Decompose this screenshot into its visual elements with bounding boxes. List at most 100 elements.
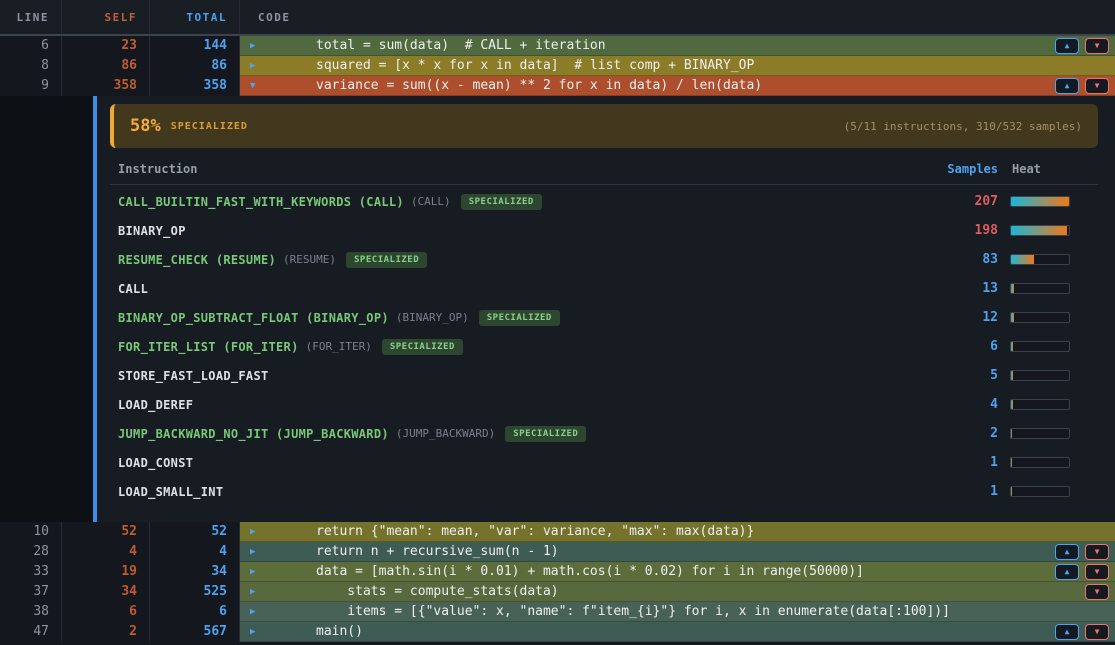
code-cell[interactable]: ▶ items = [{"value": x, "name": f"item_{… — [240, 602, 1115, 622]
instruction-name-cell: LOAD_DEREF — [110, 398, 900, 412]
instruction-heat-cell — [1010, 341, 1098, 352]
code-text: data = [math.sin(i * 0.01) + math.cos(i … — [316, 564, 864, 579]
line-number: 47 — [0, 622, 62, 642]
code-cell[interactable]: ▶ data = [math.sin(i * 0.01) + math.cos(i… — [240, 562, 1115, 582]
code-line-row[interactable]: 472567▶main()▲▼ — [0, 622, 1115, 642]
instruction-samples: 12 — [900, 310, 1010, 325]
instruction-row: CALL13 — [110, 274, 1098, 303]
instruction-base-name: (FOR_ITER) — [306, 340, 372, 353]
code-cell[interactable]: ▶ stats = compute_stats(data) ▼ — [240, 582, 1115, 602]
jump-down-button[interactable]: ▼ — [1085, 584, 1109, 600]
jump-up-button[interactable]: ▲ — [1055, 564, 1079, 580]
code-cell[interactable]: ▶total = sum(data) # CALL + iteration▲▼ — [240, 36, 1115, 56]
heat-bar-fill — [1011, 342, 1013, 351]
heat-bar-fill — [1011, 255, 1034, 264]
instruction-name: LOAD_DEREF — [118, 398, 193, 412]
total-samples: 52 — [150, 522, 240, 542]
instruction-samples: 207 — [900, 194, 1010, 209]
expand-arrow-icon[interactable]: ▶ — [250, 622, 255, 642]
instruction-row: STORE_FAST_LOAD_FAST5 — [110, 361, 1098, 390]
jump-down-button[interactable]: ▼ — [1085, 564, 1109, 580]
total-samples: 34 — [150, 562, 240, 582]
code-line-row[interactable]: 2844▶return n + recursive_sum(n - 1)▲▼ — [0, 542, 1115, 562]
instruction-base-name: (RESUME) — [283, 253, 336, 266]
jump-up-button[interactable]: ▲ — [1055, 78, 1079, 94]
instruction-heat-cell — [1010, 312, 1098, 323]
jump-up-button[interactable]: ▲ — [1055, 544, 1079, 560]
row-actions: ▲▼ — [1055, 544, 1109, 560]
heat-bar-fill — [1011, 313, 1014, 322]
heat-bar — [1010, 428, 1070, 439]
code-line-row[interactable]: 3866▶ items = [{"value": x, "name": f"it… — [0, 602, 1115, 622]
jump-down-button[interactable]: ▼ — [1085, 544, 1109, 560]
instruction-row: LOAD_DEREF 4 — [110, 390, 1098, 419]
code-cell[interactable]: ▶ squared = [x * x for x in data] # list … — [240, 56, 1115, 76]
code-line-row[interactable]: 9358358▼variance = sum((x - mean) ** 2 f… — [0, 76, 1115, 96]
line-number: 28 — [0, 542, 62, 562]
heat-bar — [1010, 225, 1070, 236]
code-rows-top: 623144▶total = sum(data) # CALL + iterat… — [0, 36, 1115, 96]
specialized-badge: SPECIALIZED — [346, 252, 427, 268]
expand-arrow-icon[interactable]: ▶ — [250, 56, 255, 76]
instruction-heat-cell — [1010, 283, 1098, 294]
code-cell[interactable]: ▼variance = sum((x - mean) ** 2 for x in… — [240, 76, 1115, 96]
total-samples: 144 — [150, 36, 240, 56]
code-rows-bottom: 105252▶return {"mean": mean, "var": vari… — [0, 522, 1115, 642]
code-cell[interactable]: ▶return n + recursive_sum(n - 1)▲▼ — [240, 542, 1115, 562]
instruction-name: BINARY_OP — [118, 224, 186, 238]
self-samples: 19 — [62, 562, 150, 582]
total-samples: 86 — [150, 56, 240, 76]
heat-bar-fill — [1011, 371, 1013, 380]
expanded-detail-panel: 58% SPECIALIZED (5/11 instructions, 310/… — [0, 96, 1115, 522]
code-column-header[interactable]: CODE — [240, 0, 1115, 34]
jump-up-button[interactable]: ▲ — [1055, 38, 1079, 54]
self-samples: 6 — [62, 602, 150, 622]
jump-down-button[interactable]: ▼ — [1085, 624, 1109, 640]
instruction-name-cell: RESUME_CHECK (RESUME)(RESUME)SPECIALIZED — [110, 252, 900, 268]
code-line-row[interactable]: 3734525▶ stats = compute_stats(data)▼ — [0, 582, 1115, 602]
instruction-name-cell: BINARY_OP_SUBTRACT_FLOAT (BINARY_OP)(BIN… — [110, 310, 900, 326]
jump-down-button[interactable]: ▼ — [1085, 38, 1109, 54]
expand-arrow-icon[interactable]: ▶ — [250, 582, 255, 602]
instruction-column-header[interactable]: Instruction — [110, 162, 900, 176]
code-cell[interactable]: ▶return {"mean": mean, "var": variance, … — [240, 522, 1115, 542]
instruction-name-cell: STORE_FAST_LOAD_FAST — [110, 369, 900, 383]
total-column-header[interactable]: TOTAL — [150, 0, 240, 34]
instruction-samples: 4 — [900, 397, 1010, 412]
expand-arrow-icon[interactable]: ▶ — [250, 602, 255, 622]
specialized-badge: SPECIALIZED — [505, 426, 586, 442]
instruction-name: CALL_BUILTIN_FAST_WITH_KEYWORDS (CALL) — [118, 195, 404, 209]
expand-arrow-icon[interactable]: ▶ — [250, 562, 255, 582]
expand-arrow-icon[interactable]: ▶ — [250, 542, 255, 562]
instruction-samples: 1 — [900, 484, 1010, 499]
instruction-name-cell: LOAD_SMALL_INT — [110, 485, 900, 499]
instruction-heat-cell — [1010, 254, 1098, 265]
row-actions: ▲▼ — [1055, 624, 1109, 640]
instruction-heat-cell — [1010, 486, 1098, 497]
heat-bar — [1010, 283, 1070, 294]
code-text: squared = [x * x for x in data] # list c… — [316, 58, 754, 73]
instruction-name-cell: CALL — [110, 282, 900, 296]
code-line-row[interactable]: 623144▶total = sum(data) # CALL + iterat… — [0, 36, 1115, 56]
collapse-arrow-icon[interactable]: ▼ — [250, 76, 255, 96]
instruction-samples: 5 — [900, 368, 1010, 383]
expand-arrow-icon[interactable]: ▶ — [250, 522, 255, 542]
line-column-header[interactable]: LINE — [0, 0, 62, 34]
instruction-heat-cell — [1010, 399, 1098, 410]
heat-bar — [1010, 312, 1070, 323]
code-line-row[interactable]: 88686▶squared = [x * x for x in data] # … — [0, 56, 1115, 76]
expand-arrow-icon[interactable]: ▶ — [250, 36, 255, 56]
code-line-row[interactable]: 105252▶return {"mean": mean, "var": vari… — [0, 522, 1115, 542]
code-line-row[interactable]: 331934▶data = [math.sin(i * 0.01) + math… — [0, 562, 1115, 582]
specialization-banner: 58% SPECIALIZED (5/11 instructions, 310/… — [110, 104, 1098, 148]
heat-column-header[interactable]: Heat — [1010, 162, 1098, 176]
samples-column-header[interactable]: Samples — [900, 162, 1010, 176]
self-column-header[interactable]: SELF — [62, 0, 150, 34]
instruction-name: JUMP_BACKWARD_NO_JIT (JUMP_BACKWARD) — [118, 427, 389, 441]
code-text: stats = compute_stats(data) — [316, 584, 559, 599]
specialized-label: SPECIALIZED — [171, 121, 248, 132]
code-cell[interactable]: ▶main()▲▼ — [240, 622, 1115, 642]
row-actions: ▲▼ — [1055, 78, 1109, 94]
jump-down-button[interactable]: ▼ — [1085, 78, 1109, 94]
jump-up-button[interactable]: ▲ — [1055, 624, 1079, 640]
